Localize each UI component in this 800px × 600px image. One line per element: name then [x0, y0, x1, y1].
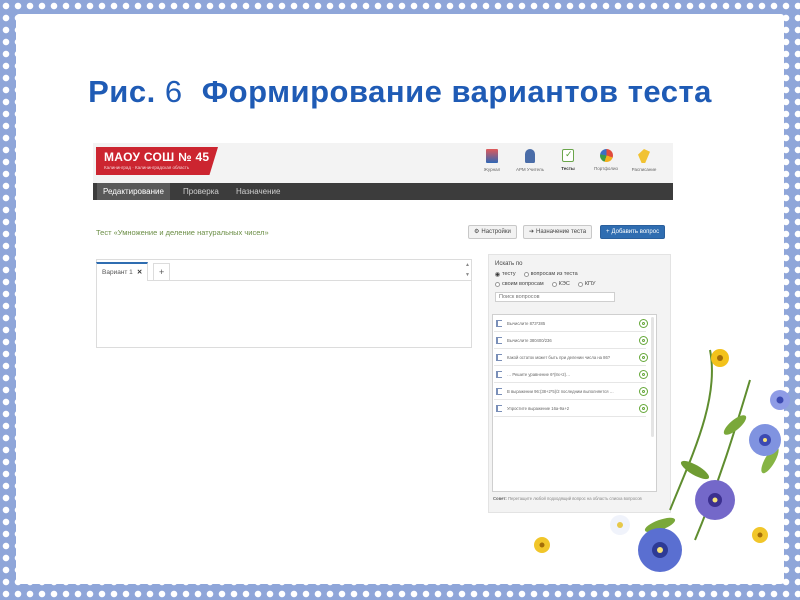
- radio-label: КПУ: [584, 281, 596, 287]
- radio-test-questions[interactable]: вопросам из теста: [523, 271, 578, 277]
- variant-tabs: Вариант 1 ✕ + ▲ ▼: [96, 260, 471, 281]
- question-text: Вычислите 873*385: [507, 321, 546, 326]
- top-nav-label: Журнал: [483, 167, 501, 172]
- tests-icon: [562, 149, 574, 162]
- assign-label: Назначение теста: [536, 229, 587, 235]
- tab-label: Вариант 1: [102, 269, 133, 276]
- radio-label: КЭС: [558, 281, 570, 287]
- search-options-row-2: своим вопросам КЭС КПУ: [495, 281, 595, 287]
- add-variant-button[interactable]: +: [153, 263, 171, 280]
- top-nav-tests[interactable]: Тесты: [549, 147, 587, 177]
- top-nav-schedule[interactable]: Расписание: [625, 147, 663, 177]
- radio-test[interactable]: тесту: [495, 271, 516, 277]
- app-header: МАОУ СОШ № 45 Калининград · Калининградс…: [93, 143, 673, 184]
- test-title: Тест «Умножение и деление натуральных чи…: [96, 228, 269, 237]
- flower-yellow-3: [534, 537, 550, 553]
- decorative-flowers: [534, 349, 790, 572]
- menu-assign[interactable]: Назначение: [230, 183, 286, 200]
- tab-variant-1[interactable]: Вариант 1 ✕: [96, 262, 149, 281]
- flower-blue-3: [770, 390, 790, 410]
- radio-own-questions[interactable]: своим вопросам: [495, 281, 544, 287]
- search-options-row-1: тесту вопросам из теста: [495, 271, 578, 277]
- radio-dot: [577, 281, 583, 287]
- menu-edit[interactable]: Редактирование: [97, 183, 170, 200]
- portfolio-icon: [599, 149, 613, 162]
- flower-blue-2: [638, 528, 682, 572]
- brand-logo[interactable]: МАОУ СОШ № 45 Калининград · Калининградс…: [96, 147, 218, 175]
- flower-purple-1: [695, 480, 735, 520]
- top-nav-teacher[interactable]: АРМ Учитель: [511, 147, 549, 177]
- add-question-button[interactable]: + Добавить вопрос: [600, 225, 666, 239]
- radio-dot: [523, 271, 529, 277]
- scroll-up-icon[interactable]: ▲: [465, 262, 470, 268]
- tip-label: Совет:: [493, 496, 507, 501]
- radio-label: тесту: [502, 271, 516, 277]
- slide-title-number: 6: [164, 74, 183, 109]
- flower-yellow-2: [752, 527, 768, 543]
- slide-title-text: Формирование вариантов теста: [201, 74, 712, 109]
- radio-kpu[interactable]: КПУ: [577, 281, 596, 287]
- top-nav-portfolio[interactable]: Портфолио: [587, 147, 625, 177]
- brand-name: МАОУ СОШ № 45: [104, 150, 210, 164]
- journal-icon: [486, 149, 498, 163]
- drag-handle-icon[interactable]: [496, 320, 502, 327]
- variants-panel: Вариант 1 ✕ + ▲ ▼: [96, 259, 472, 348]
- settings-button[interactable]: ⚙ Настройки: [468, 225, 517, 239]
- list-item[interactable]: Вычислите 873*385: [494, 317, 648, 332]
- top-nav-label: Портфолио: [594, 166, 618, 171]
- teacher-icon: [525, 149, 535, 163]
- top-nav: Журнал АРМ Учитель Тесты Портфолио Распи…: [473, 147, 663, 177]
- plus-icon: +: [606, 229, 610, 235]
- flower-white-1: [610, 515, 630, 535]
- drag-handle-icon[interactable]: [496, 405, 502, 412]
- slide-title: Рис. 6 Формирование вариантов теста: [0, 74, 800, 110]
- flower-blue-1: [749, 424, 781, 456]
- top-nav-label: Расписание: [631, 167, 657, 172]
- add-question-label: Добавить вопрос: [611, 229, 660, 235]
- radio-label: вопросам из теста: [530, 271, 578, 277]
- close-icon[interactable]: ✕: [137, 269, 142, 276]
- settings-label: Настройки: [481, 229, 511, 235]
- gear-icon: ⚙: [474, 229, 480, 235]
- search-input[interactable]: [495, 292, 615, 302]
- radio-dot: [495, 281, 500, 287]
- radio-dot: [495, 271, 500, 277]
- assign-test-button[interactable]: ➔ Назначение теста: [523, 225, 593, 239]
- drag-handle-icon[interactable]: [496, 371, 502, 378]
- arrow-right-icon: ➔: [529, 229, 535, 235]
- menu-check[interactable]: Проверка: [177, 183, 225, 200]
- radio-dot: [551, 281, 557, 287]
- scroll-down-icon[interactable]: ▼: [465, 272, 470, 278]
- radio-kes[interactable]: КЭС: [551, 281, 570, 287]
- radio-label: своим вопросам: [502, 281, 544, 287]
- search-by-label: Искать по: [495, 261, 523, 267]
- zoom-icon[interactable]: [639, 319, 648, 328]
- flower-yellow-1: [711, 349, 729, 367]
- slide-title-prefix: Рис.: [88, 74, 156, 109]
- brand-subtitle: Калининград · Калининградская область: [104, 165, 190, 170]
- top-nav-label: Тесты: [561, 166, 575, 171]
- top-nav-label: АРМ Учитель: [515, 167, 544, 172]
- drag-handle-icon[interactable]: [496, 388, 502, 395]
- drag-handle-icon[interactable]: [496, 337, 502, 344]
- schedule-icon: [638, 149, 650, 163]
- menubar: Редактирование Проверка Назначение: [93, 183, 673, 200]
- drag-handle-icon[interactable]: [496, 354, 502, 361]
- top-nav-journal[interactable]: Журнал: [473, 147, 511, 177]
